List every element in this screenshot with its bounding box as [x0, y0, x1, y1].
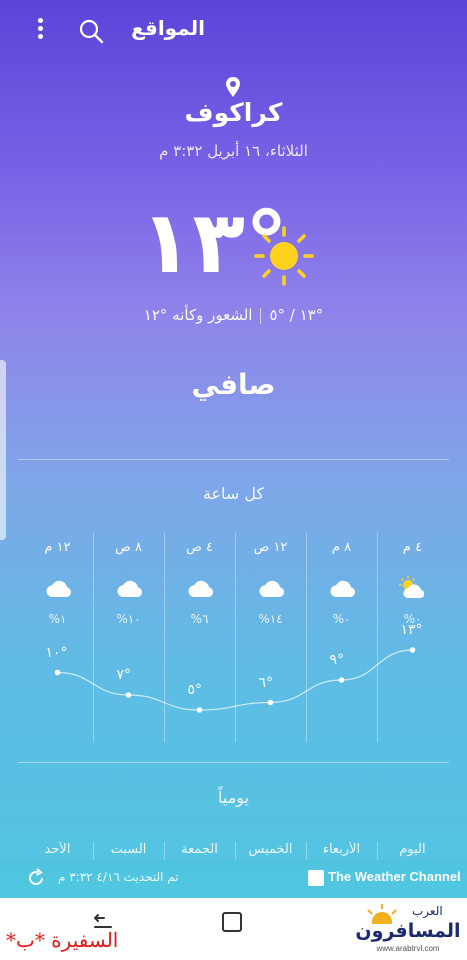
temperature-point — [54, 669, 61, 676]
hourly-temperature: °٥ — [187, 682, 203, 698]
weather-condition: صافي — [191, 368, 276, 401]
day-name: اليوم — [399, 842, 426, 857]
top-bar: المواقع — [0, 0, 467, 60]
hourly-temperature: °١٣ — [400, 622, 423, 638]
daily-day[interactable]: الجمعة — [164, 842, 235, 860]
hourly-temperature-curve — [54, 647, 416, 713]
daily-forecast[interactable]: اليوم الأربعاء الخميس الجمعة السبت الأحد — [20, 842, 448, 860]
location-pin-icon — [226, 77, 240, 97]
page-title: المواقع — [131, 16, 205, 40]
high-low-feels-like: °١٣ / °٥ الشعور وكأنه °١٢ — [0, 306, 467, 324]
brand-logo: العرب المسافرون www.arabtrvl.com — [352, 902, 464, 956]
feels-like: الشعور وكأنه °١٢ — [143, 306, 253, 324]
section-divider — [18, 459, 449, 460]
column-divider — [93, 842, 94, 860]
hourly-temperature: °١٠ — [45, 644, 68, 661]
search-icon[interactable] — [78, 18, 104, 44]
hourly-temperature: °٩ — [329, 652, 345, 668]
daily-day[interactable]: اليوم — [377, 842, 448, 860]
day-name: الأربعاء — [322, 842, 361, 857]
weather-channel-logo-icon[interactable] — [308, 870, 324, 886]
brand-url: www.arabtrvl.com — [376, 944, 440, 953]
hourly-temperature: °٦ — [258, 674, 274, 691]
navigation-bar: السفيرة *ب* العرب المسافرون www.arabtrvl… — [0, 898, 467, 960]
footer: تم التحديث ٤/١٦ ٣:٣٢ م The Weather Chann… — [0, 860, 467, 898]
hourly-title: كل ساعة — [202, 484, 265, 503]
brand-top-text: العرب — [412, 904, 443, 918]
section-divider — [18, 762, 449, 763]
city-name: كراكوف — [184, 98, 283, 127]
back-icon[interactable] — [92, 914, 114, 932]
temperature-point — [338, 677, 345, 683]
day-name: الجمعة — [181, 842, 218, 857]
last-updated: تم التحديث ٤/١٦ ٣:٣٢ م — [58, 870, 179, 884]
day-name: السبت — [110, 842, 147, 857]
column-divider — [377, 842, 378, 860]
divider — [260, 307, 262, 324]
daily-day[interactable]: الأحد — [22, 842, 93, 857]
temperature-point — [409, 647, 416, 653]
temperature-point — [196, 707, 203, 713]
daily-title: يومياً — [218, 788, 249, 807]
daily-day[interactable]: الخميس — [235, 842, 306, 860]
daily-day[interactable]: الأربعاء — [306, 842, 377, 860]
sun-icon — [254, 226, 314, 286]
day-name: الخميس — [248, 842, 293, 857]
column-divider — [306, 842, 307, 860]
date-time: الثلاثاء، ١٦ أبريل ٣:٣٢ م — [159, 142, 308, 160]
edge-panel-handle[interactable] — [0, 360, 6, 540]
temperature-line — [57, 649, 413, 711]
daily-day[interactable]: السبت — [93, 842, 164, 860]
hourly-temperature: °٧ — [116, 667, 132, 683]
refresh-icon[interactable] — [26, 868, 46, 888]
column-divider — [164, 842, 165, 860]
more-vertical-icon[interactable] — [32, 18, 48, 44]
home-button[interactable] — [222, 912, 242, 932]
weather-provider-link[interactable]: The Weather Channel — [328, 869, 461, 884]
temperature-point — [267, 699, 274, 706]
temperature-point — [125, 692, 132, 698]
high-low-temp: °١٣ / °٥ — [269, 306, 324, 324]
brand-name: المسافرون — [355, 920, 461, 942]
column-divider — [235, 842, 236, 860]
day-name: الأحد — [44, 842, 71, 857]
